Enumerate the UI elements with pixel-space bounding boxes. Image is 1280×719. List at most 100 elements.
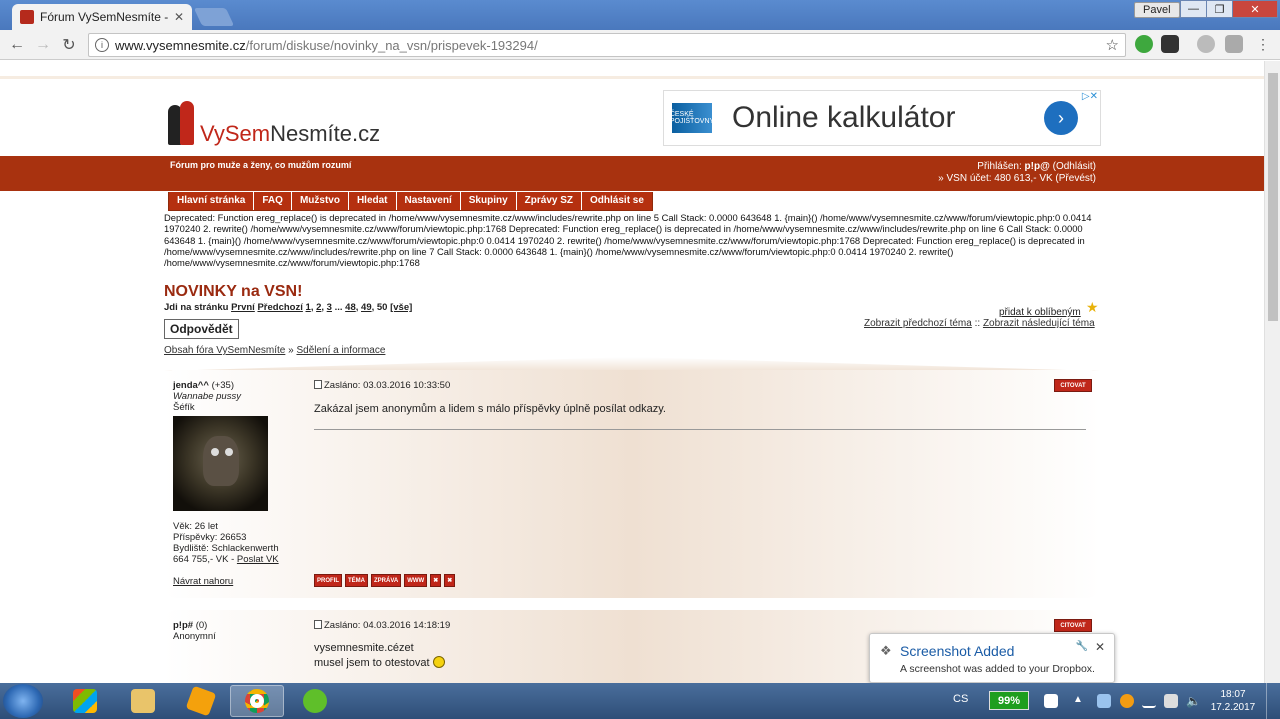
extension-ds-icon[interactable] bbox=[1225, 35, 1243, 53]
favorite-star-icon[interactable]: ★ bbox=[1086, 299, 1099, 316]
site-logo[interactable]: VySemNesmíte.cz bbox=[168, 101, 380, 147]
close-window-button[interactable]: ✕ bbox=[1232, 0, 1278, 18]
menu-item-logout[interactable]: Odhlásit se bbox=[582, 192, 652, 210]
menu-item-settings[interactable]: Nastavení bbox=[397, 192, 461, 210]
logout-link[interactable]: (Odhlásit) bbox=[1053, 161, 1096, 172]
next-topic-link[interactable]: Zobrazit následující téma bbox=[983, 318, 1095, 329]
taskbar-winamp[interactable] bbox=[174, 685, 228, 717]
taskbar-app-grid[interactable] bbox=[58, 685, 112, 717]
url-host: www.vysemnesmite.cz bbox=[115, 37, 246, 53]
tray-expand-icon[interactable]: ▲ bbox=[1073, 694, 1087, 708]
taskbar-explorer[interactable] bbox=[116, 685, 170, 717]
message-button[interactable]: ZPRÁVA bbox=[371, 574, 402, 587]
chrome-menu-icon[interactable]: ⋮ bbox=[1256, 35, 1270, 53]
menu-item-team[interactable]: Mužstvo bbox=[292, 192, 349, 210]
post-meta: Zasláno: 03.03.2016 10:33:50 bbox=[314, 380, 1092, 391]
ad-banner[interactable]: ČESKÉ POJIŠŤOVNY Online kalkulátor › ▷✕ bbox=[663, 90, 1101, 146]
smiley-icon bbox=[432, 656, 445, 668]
notification-close-icon[interactable]: ✕ bbox=[1095, 640, 1105, 654]
minimize-button[interactable]: — bbox=[1180, 0, 1207, 18]
maximize-button[interactable]: ❐ bbox=[1206, 0, 1233, 18]
add-favorite-link[interactable]: přidat k oblíbeným bbox=[999, 307, 1081, 318]
tray-plug-icon[interactable] bbox=[1044, 694, 1058, 708]
show-desktop-button[interactable] bbox=[1266, 683, 1280, 719]
vsn-account[interactable]: » VSN účet: 480 613,- VK (Převést) bbox=[938, 173, 1096, 185]
profile-button[interactable]: PROFIL bbox=[314, 574, 342, 587]
taskbar-chrome[interactable] bbox=[230, 685, 284, 717]
extension-green-icon[interactable] bbox=[1135, 35, 1153, 53]
www-button[interactable]: WWW bbox=[404, 574, 428, 587]
menu-item-groups[interactable]: Skupiny bbox=[461, 192, 517, 210]
menu-item-faq[interactable]: FAQ bbox=[254, 192, 292, 210]
action-icon[interactable]: ✖ bbox=[430, 574, 442, 587]
reply-button[interactable]: Odpovědět bbox=[164, 319, 239, 339]
menu-item-search[interactable]: Hledat bbox=[349, 192, 397, 210]
author-role: Šéfík bbox=[173, 402, 195, 413]
post-author: jenda^^ (+35) Wannabe pussy Šéfík Věk: 2… bbox=[173, 380, 303, 565]
send-vk-link[interactable]: Poslat VK bbox=[237, 554, 279, 565]
browser-toolbar: ← → ↻ i www.vysemnesmite.cz/forum/diskus… bbox=[0, 30, 1280, 60]
extension-dark-icon[interactable] bbox=[1161, 35, 1179, 53]
new-tab-button[interactable] bbox=[193, 8, 235, 26]
browser-tab[interactable]: Fórum VySemNesmíte - ✕ bbox=[12, 4, 192, 30]
pager-prev[interactable]: Předchozí bbox=[257, 302, 302, 313]
post-icon[interactable] bbox=[314, 620, 322, 629]
topic-button[interactable]: TÉMA bbox=[345, 574, 368, 587]
reload-icon[interactable]: ↻ bbox=[56, 35, 82, 55]
pager-page[interactable]: 48 bbox=[345, 302, 356, 313]
browser-tab-strip: Fórum VySemNesmíte - ✕ Pavel — ❐ ✕ bbox=[0, 0, 1280, 30]
dropbox-icon: ❖ bbox=[880, 643, 892, 658]
ad-arrow-icon[interactable]: › bbox=[1044, 101, 1078, 135]
breadcrumb-category[interactable]: Sdělení a informace bbox=[296, 345, 385, 356]
page-scrollbar[interactable] bbox=[1264, 61, 1280, 683]
tab-close-icon[interactable]: ✕ bbox=[174, 10, 184, 24]
post-icon[interactable] bbox=[314, 380, 322, 389]
fire-icon[interactable]: ✖ bbox=[444, 574, 456, 587]
settings-wrench-icon[interactable]: 🔧 bbox=[1076, 641, 1088, 652]
bookmark-star-icon[interactable]: ☆ bbox=[1106, 36, 1119, 54]
breadcrumb-forum[interactable]: Obsah fóra VySemNesmíte bbox=[164, 345, 285, 356]
prev-topic-link[interactable]: Zobrazit předchozí téma bbox=[864, 318, 972, 329]
start-button[interactable] bbox=[3, 684, 43, 718]
pager-page[interactable]: 3 bbox=[327, 302, 332, 313]
address-bar[interactable]: i www.vysemnesmite.cz/forum/diskuse/novi… bbox=[88, 33, 1126, 57]
battery-indicator[interactable]: 99% bbox=[989, 691, 1029, 710]
php-deprecated-warning: Deprecated: Function ereg_replace() is d… bbox=[164, 212, 1092, 269]
pager-all[interactable]: [vše] bbox=[390, 302, 412, 313]
quote-button[interactable]: CITOVAT bbox=[1054, 619, 1092, 632]
windows-taskbar: CS 99% ▲ 🔈 18:07 17.2.2017 bbox=[0, 683, 1280, 719]
topic-title[interactable]: NOVINKY na VSN! bbox=[164, 283, 302, 301]
pager-page[interactable]: 2 bbox=[316, 302, 321, 313]
forward-arrow-icon[interactable]: → bbox=[30, 36, 56, 54]
menu-item-messages[interactable]: Zprávy SZ bbox=[517, 192, 583, 210]
tray-dropbox-icon[interactable] bbox=[1097, 694, 1111, 708]
scrollbar-thumb[interactable] bbox=[1268, 73, 1278, 321]
info-icon[interactable]: i bbox=[95, 38, 109, 52]
pager-page[interactable]: 49 bbox=[361, 302, 372, 313]
tray-avast-icon[interactable] bbox=[1120, 694, 1134, 708]
quote-button[interactable]: CITOVAT bbox=[1054, 379, 1092, 392]
back-to-top-link[interactable]: Návrat nahoru bbox=[173, 576, 233, 587]
ad-text: Online kalkulátor bbox=[732, 101, 956, 134]
menu-item-home[interactable]: Hlavní stránka bbox=[169, 192, 255, 210]
login-user[interactable]: p!p@ bbox=[1025, 161, 1050, 172]
tray-device-icon[interactable] bbox=[1164, 694, 1178, 708]
language-indicator[interactable]: CS bbox=[953, 693, 968, 705]
extension-grey-icon[interactable] bbox=[1197, 35, 1215, 53]
ad-close-icon[interactable]: ▷✕ bbox=[1082, 91, 1098, 102]
author-nick[interactable]: jenda^^ bbox=[173, 380, 209, 391]
back-arrow-icon[interactable]: ← bbox=[4, 36, 30, 54]
author-role: Anonymní bbox=[173, 631, 216, 642]
logo-figures-icon bbox=[168, 101, 198, 147]
tray-volume-icon[interactable]: 🔈 bbox=[1186, 694, 1201, 708]
system-clock[interactable]: 18:07 17.2.2017 bbox=[1208, 688, 1258, 714]
profile-button[interactable]: Pavel bbox=[1134, 2, 1180, 18]
dropbox-notification[interactable]: ❖ Screenshot Added A screenshot was adde… bbox=[869, 633, 1115, 683]
post-meta: Zasláno: 04.03.2016 14:18:19 bbox=[314, 620, 1092, 631]
login-info: Přihlášen: p!p@ (Odhlásit) » VSN účet: 4… bbox=[938, 161, 1096, 185]
taskbar-icq[interactable] bbox=[288, 685, 342, 717]
pager-first[interactable]: První bbox=[231, 302, 255, 313]
tray-signal-icon[interactable] bbox=[1142, 694, 1156, 708]
pager-page[interactable]: 1 bbox=[306, 302, 311, 313]
section-divider bbox=[164, 357, 1100, 371]
